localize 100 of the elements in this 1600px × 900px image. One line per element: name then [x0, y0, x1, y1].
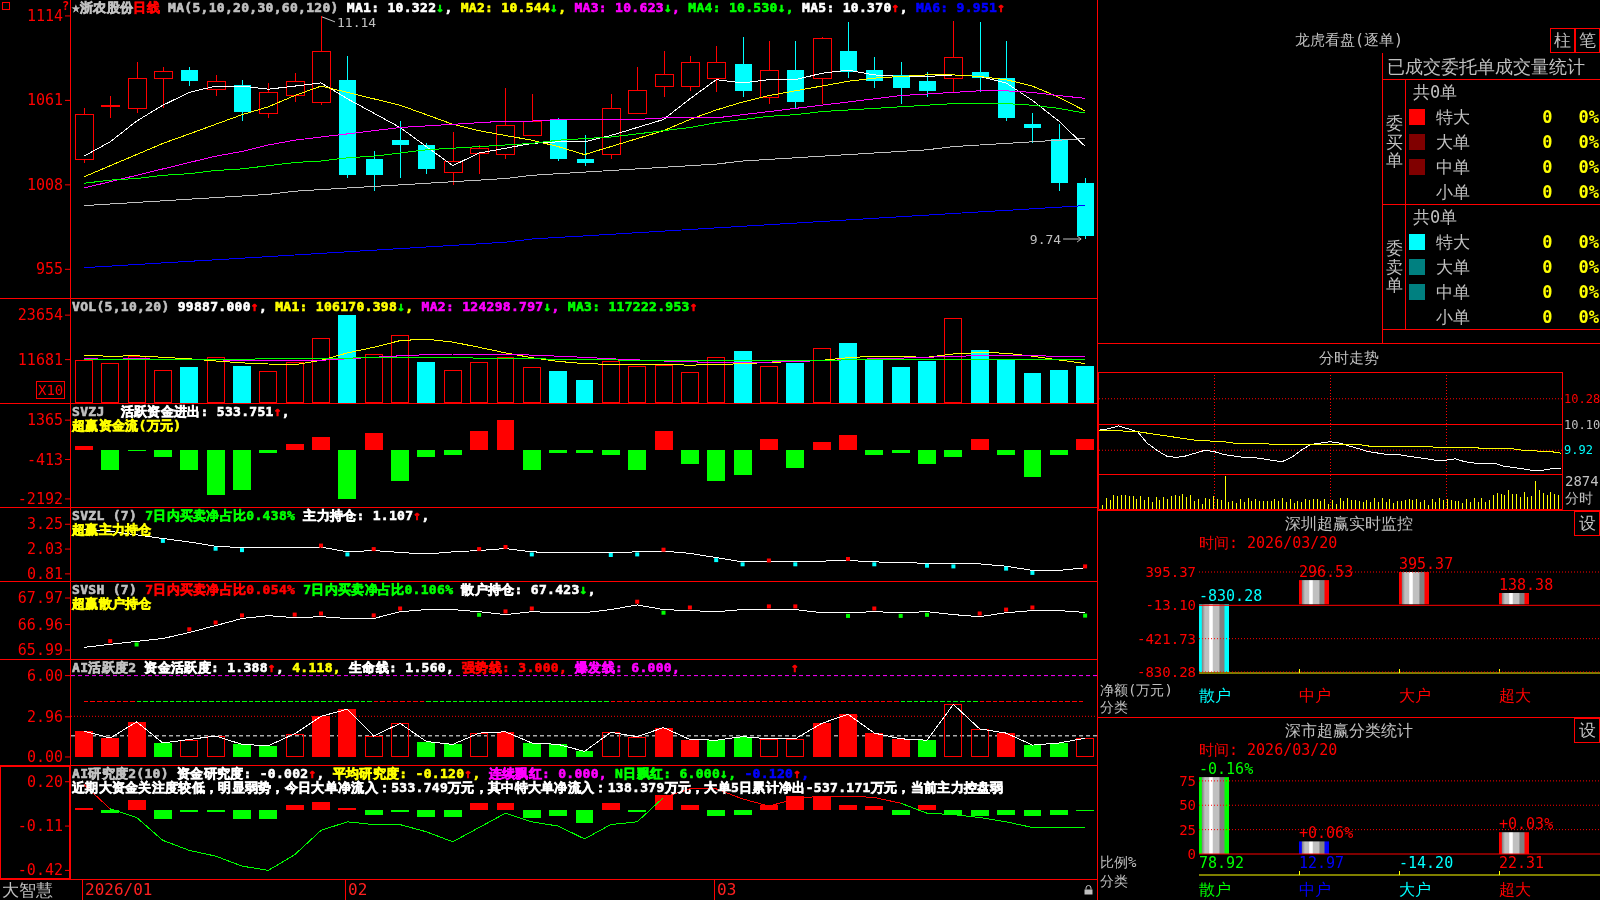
- volume-bar: [575, 380, 594, 403]
- activity-bar: [496, 731, 515, 757]
- activity-bar: [812, 723, 831, 757]
- flag-arrow: ↑: [791, 661, 799, 675]
- volume-bar: [233, 365, 251, 403]
- candlestick: [1050, 123, 1069, 192]
- signal-marker: [1030, 570, 1035, 575]
- research-bar: [206, 810, 225, 813]
- activity-bar: [918, 740, 936, 757]
- bar-value-label: 138.38: [1499, 575, 1554, 594]
- candlestick: [101, 95, 120, 119]
- candlestick: [365, 150, 384, 192]
- research-bar: [417, 810, 436, 817]
- order-count: 0: [1542, 181, 1553, 202]
- activity-bar: [707, 740, 726, 757]
- fund-flow-bar: [839, 434, 857, 451]
- category-label: 超大: [1499, 879, 1531, 899]
- axis-label: 67.97: [17, 589, 63, 608]
- signal-marker: [371, 547, 376, 552]
- candlestick: [128, 61, 147, 114]
- axis-label: 3.25: [26, 515, 63, 534]
- axis-label: 1008: [26, 175, 63, 194]
- fund-flow-bar: [812, 441, 831, 451]
- research-bar: [364, 810, 383, 816]
- candlestick: [918, 71, 937, 98]
- activity-bar: [1023, 745, 1042, 757]
- leader-line: [321, 16, 336, 23]
- volume-bar: [180, 367, 199, 403]
- axis-label: 1365: [26, 411, 63, 430]
- order-total: 共0单: [1413, 205, 1458, 229]
- research-bar: [760, 804, 778, 811]
- category-bar: [1199, 604, 1229, 672]
- research-bar: [285, 805, 304, 811]
- activity-bar: [786, 738, 805, 757]
- candlestick: [1023, 112, 1042, 144]
- research-bar: [127, 800, 146, 811]
- order-count: 0: [1542, 306, 1553, 327]
- indicator-legend: SVSH (7) 7日内买卖净占比0.054% 7日内买卖净占比0.106% 散户持仓: 67.423↓,: [72, 583, 596, 597]
- volume-bar: [918, 361, 936, 403]
- indicator-legend: AI活跃度2 资金活跃度: 1.388↑, 4.118, 生命线: 1.560, 强势线: 3.000, 爆发线: 6.000,: [72, 661, 681, 675]
- candlestick: [681, 55, 700, 92]
- axis-label: 395.37: [1145, 564, 1196, 580]
- fund-flow-bar: [944, 450, 963, 457]
- activity-bar: [654, 727, 673, 757]
- axis-label: 0.00: [26, 748, 63, 765]
- signal-marker: [608, 553, 613, 557]
- activity-bar: [865, 733, 884, 757]
- signal-marker: [766, 558, 771, 563]
- order-share: 0%: [1578, 232, 1599, 253]
- axis-label: 75: [1179, 772, 1196, 789]
- signal-marker: [477, 612, 482, 617]
- activity-bar: [74, 731, 93, 757]
- section-title: 分时走势: [1319, 347, 1379, 369]
- help-mark[interactable]: ?: [62, 0, 70, 13]
- axis-label: -421.73: [1137, 630, 1196, 647]
- fund-flow-bar: [1023, 450, 1042, 477]
- candlestick: [655, 50, 674, 98]
- fund-flow-bar: [259, 450, 278, 453]
- category-label: 散户: [1199, 879, 1231, 899]
- chart-mode-button[interactable]: 笔: [1575, 28, 1600, 53]
- axis-label: 25: [1179, 821, 1196, 838]
- settings-button[interactable]: 设: [1574, 718, 1600, 743]
- candlestick: [786, 40, 805, 109]
- settings-button[interactable]: 设: [1574, 511, 1600, 536]
- research-bar: [233, 810, 251, 819]
- candlestick: [813, 36, 832, 105]
- order-total: 共0单: [1413, 80, 1458, 104]
- volume-bar: [1049, 369, 1068, 403]
- bar-value-label: -830.28: [1199, 587, 1263, 606]
- fund-flow-bar: [522, 450, 541, 471]
- candlestick: [75, 107, 94, 164]
- signal-marker: [872, 562, 877, 567]
- chart-mode-button[interactable]: 柱: [1550, 28, 1575, 53]
- change-label: +0.06%: [1299, 824, 1354, 843]
- group-label: 委买单: [1385, 113, 1403, 171]
- indicator-legend: ★浙农股份日线 MA(5,10,20,30,60,120) MA1: 10.322↓, MA2: 10.544↓, MA3: 10.623↓, MA4: 10.530↓, MA5: 10.370↑, MA6: 9.951↑: [72, 1, 1006, 15]
- activity-bar: [891, 738, 910, 757]
- candlestick: [286, 72, 305, 103]
- volume-bar: [1076, 365, 1095, 403]
- axis-label: 10.10: [1564, 417, 1600, 432]
- axis-label: -13.10: [1145, 597, 1196, 614]
- signal-marker: [240, 613, 244, 618]
- fund-flow-bar: [470, 430, 488, 451]
- activity-bar: [575, 751, 594, 757]
- signal-marker: [319, 543, 323, 548]
- signal-marker: [635, 552, 640, 557]
- order-share: 0%: [1578, 107, 1599, 128]
- order-share: 0%: [1578, 281, 1599, 302]
- signal-marker: [160, 538, 165, 543]
- candlestick: [523, 93, 542, 136]
- order-type-label: 特大: [1436, 107, 1470, 128]
- candlestick: [259, 82, 278, 119]
- activity-bar: [944, 704, 963, 757]
- section-title: 深市超赢分类统计: [1285, 719, 1413, 742]
- activity-bar: [628, 736, 647, 757]
- research-bar: [733, 810, 752, 815]
- axis-label: -830.28: [1137, 664, 1196, 680]
- fund-flow-bar: [74, 446, 93, 451]
- signal-marker: [319, 611, 323, 616]
- research-bar: [970, 810, 989, 816]
